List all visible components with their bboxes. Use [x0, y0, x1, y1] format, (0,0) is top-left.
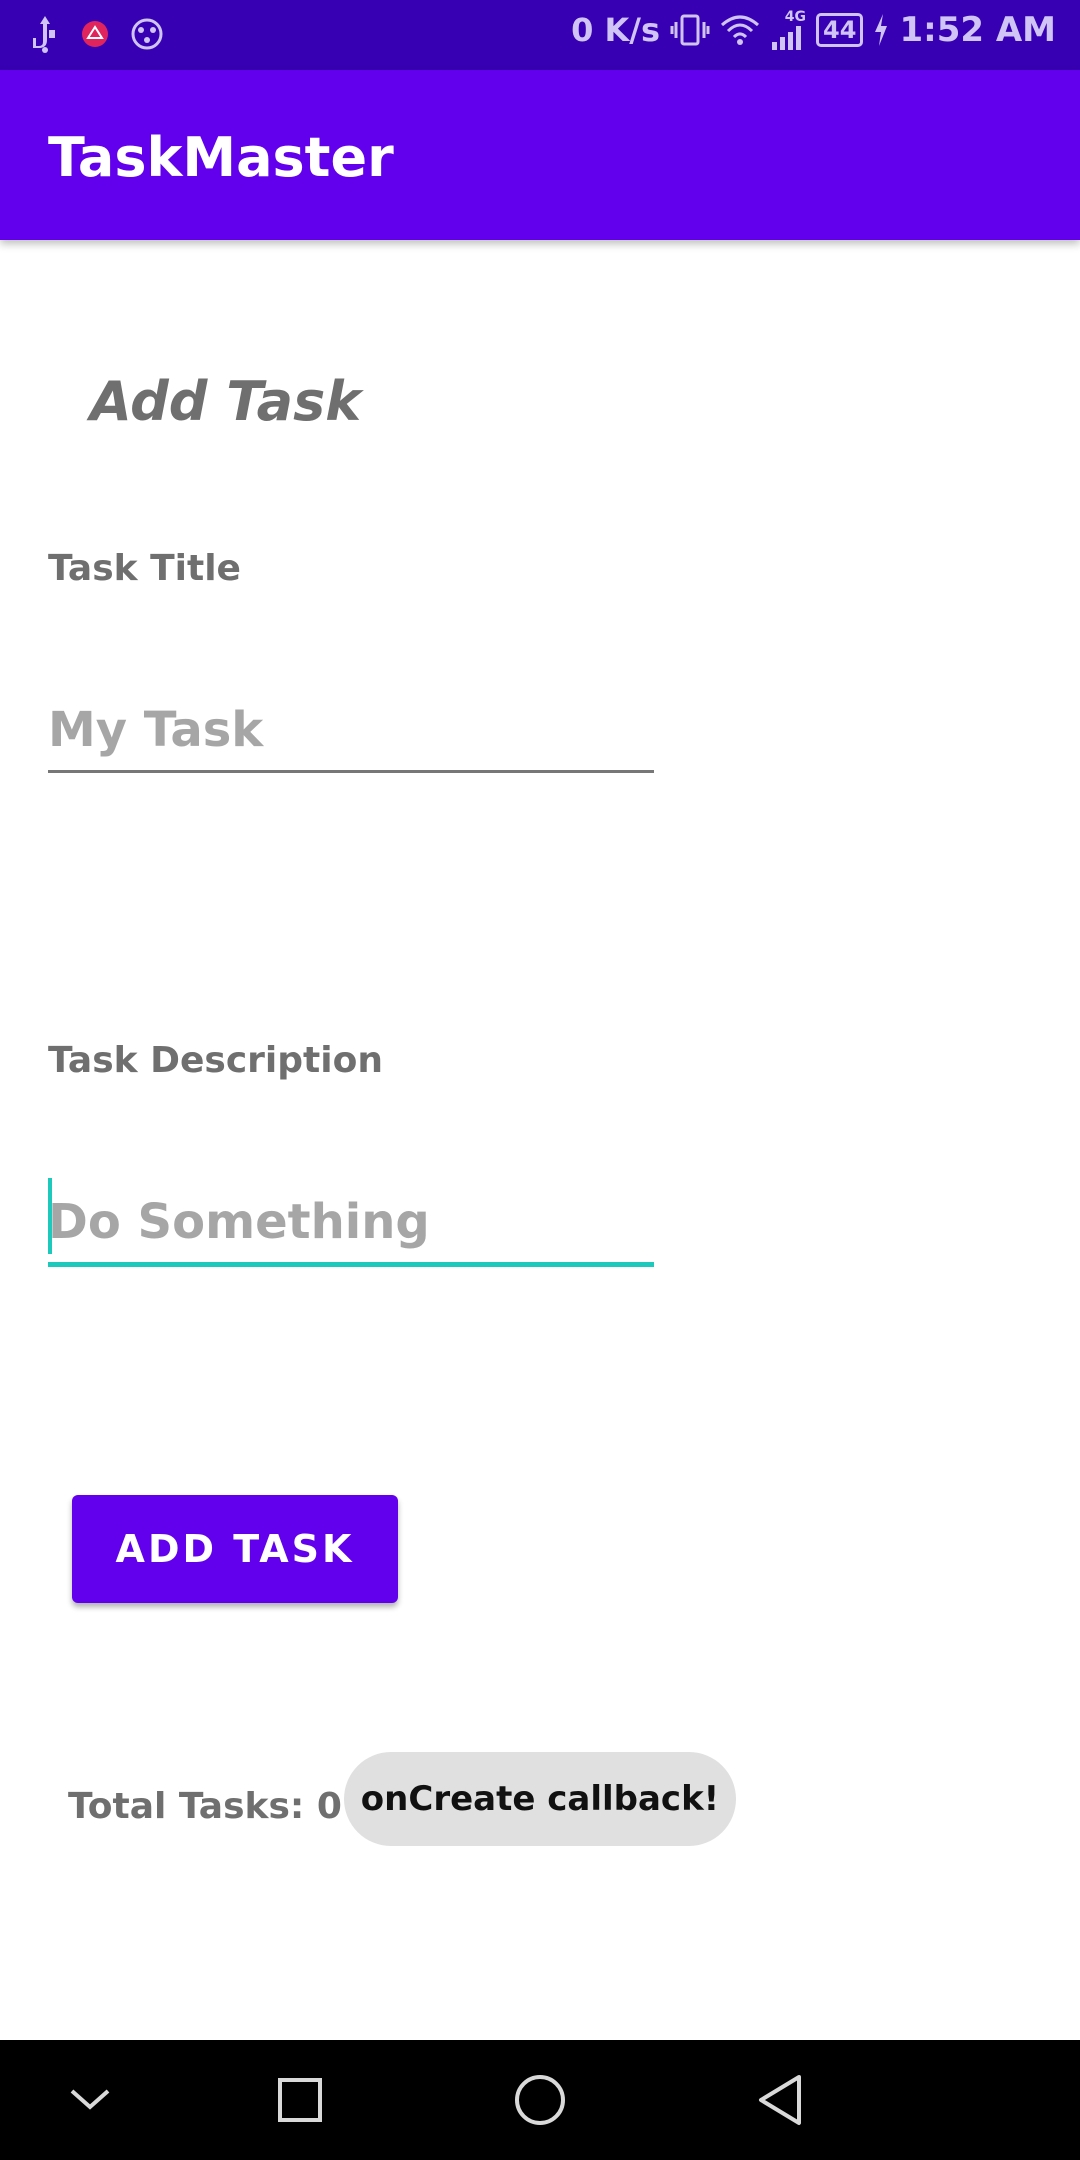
toast-text: onCreate callback! — [360, 1779, 720, 1819]
task-title-input[interactable] — [48, 690, 654, 773]
signal-icon: 4G — [770, 10, 806, 50]
task-description-label: Task Description — [48, 1040, 383, 1081]
battery-level: 44 — [823, 16, 857, 44]
add-task-button[interactable]: ADD TASK — [72, 1495, 398, 1603]
battery-icon: 44 — [816, 13, 864, 47]
status-left-icons — [30, 14, 164, 54]
vibrate-icon — [670, 12, 710, 48]
chevron-down-icon[interactable] — [60, 2070, 120, 2130]
text-cursor — [48, 1178, 52, 1254]
app-bar: TaskMaster — [0, 70, 1080, 240]
task-description-input[interactable] — [48, 1182, 654, 1267]
wifi-icon — [720, 13, 760, 47]
back-icon[interactable] — [750, 2070, 810, 2130]
screen: 0 K/s 4G 44 1:52 AM TaskMaster Add Task … — [0, 0, 1080, 2160]
charging-icon — [873, 14, 889, 46]
network-type: 4G — [784, 9, 807, 25]
network-speed: 0 K/s — [571, 11, 661, 49]
notification-icon — [80, 19, 110, 49]
status-bar: 0 K/s 4G 44 1:52 AM — [0, 0, 1080, 70]
toast-message: onCreate callback! — [344, 1752, 736, 1846]
home-icon[interactable] — [510, 2070, 570, 2130]
page-heading: Add Task — [90, 370, 362, 433]
clock: 1:52 AM — [899, 10, 1056, 50]
ball-icon — [130, 17, 164, 51]
status-right: 0 K/s 4G 44 1:52 AM — [571, 10, 1056, 50]
navigation-bar — [0, 2040, 1080, 2160]
total-tasks-count: Total Tasks: 0 — [68, 1786, 342, 1827]
app-title: TaskMaster — [48, 126, 394, 189]
task-title-label: Task Title — [48, 548, 241, 589]
recents-icon[interactable] — [270, 2070, 330, 2130]
usb-icon — [30, 14, 60, 54]
